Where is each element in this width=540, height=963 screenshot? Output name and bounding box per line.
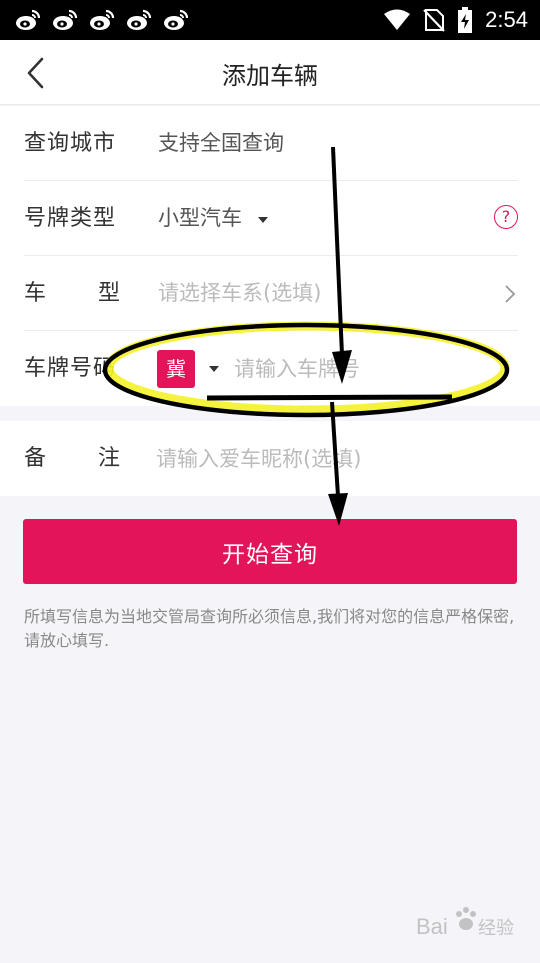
city-row[interactable]: 查询城市 支持全国查询 xyxy=(0,106,540,181)
note-form: 备 注 xyxy=(0,421,540,496)
baidu-logo-icon: Bai 经验 xyxy=(416,907,514,939)
chevron-right-icon[interactable] xyxy=(504,284,516,304)
help-icon[interactable]: ? xyxy=(494,205,518,229)
weibo-icon xyxy=(53,9,78,30)
province-selector[interactable]: 冀 xyxy=(157,350,195,388)
nickname-input[interactable] xyxy=(156,440,496,478)
nav-bar: 添加车辆 xyxy=(0,40,540,105)
caret-down-icon[interactable] xyxy=(258,217,268,223)
note-label-char: 备 xyxy=(24,446,47,471)
plate-type-value[interactable]: 小型汽车 xyxy=(158,181,242,256)
watermark: Bai 经验 xyxy=(414,902,524,952)
caret-down-icon[interactable] xyxy=(209,366,219,372)
weibo-icon xyxy=(16,9,41,30)
svg-text:经验: 经验 xyxy=(478,918,514,939)
system-icons: 2:54 xyxy=(383,7,528,33)
note-row: 备 注 xyxy=(0,421,540,496)
weibo-icon xyxy=(164,9,189,30)
no-sim-icon xyxy=(423,9,445,32)
plate-number-row: 车牌号码 冀 xyxy=(0,331,540,406)
status-time: 2:54 xyxy=(485,7,528,32)
privacy-note: 所填写信息为当地交管局查询所必须信息,我们将对您的信息严格保密,请放心填写. xyxy=(24,607,515,650)
car-model-label-char: 型 xyxy=(97,281,120,306)
car-model-placeholder: 请选择车系(选填) xyxy=(158,281,322,305)
weibo-icon xyxy=(127,9,152,30)
status-bar: 2:54 xyxy=(0,0,540,40)
car-model-label-char: 车 xyxy=(24,281,47,306)
svg-text:Bai: Bai xyxy=(416,914,448,939)
city-label: 查询城市 xyxy=(24,131,117,156)
note-label: 备 注 xyxy=(24,421,120,496)
city-value: 支持全国查询 xyxy=(158,131,284,155)
wifi-icon xyxy=(384,9,411,30)
plate-type-row[interactable]: 号牌类型 小型汽车 ? xyxy=(0,181,540,256)
plate-number-label: 车牌号码 xyxy=(24,356,117,381)
battery-charging-icon xyxy=(458,7,473,33)
vehicle-form: 查询城市 支持全国查询 号牌类型 小型汽车 ? 车 型 请选择车系(选填) 车牌… xyxy=(0,106,540,406)
note-label-char: 注 xyxy=(97,446,120,471)
plate-number-input[interactable] xyxy=(234,350,484,388)
notification-icons xyxy=(14,8,190,32)
page-title: 添加车辆 xyxy=(222,62,318,90)
plate-type-label: 号牌类型 xyxy=(24,206,117,231)
car-model-label: 车 型 xyxy=(24,256,120,331)
weibo-icon xyxy=(90,9,115,30)
start-query-button[interactable]: 开始查询 xyxy=(23,519,517,584)
car-model-row[interactable]: 车 型 请选择车系(选填) xyxy=(0,256,540,331)
